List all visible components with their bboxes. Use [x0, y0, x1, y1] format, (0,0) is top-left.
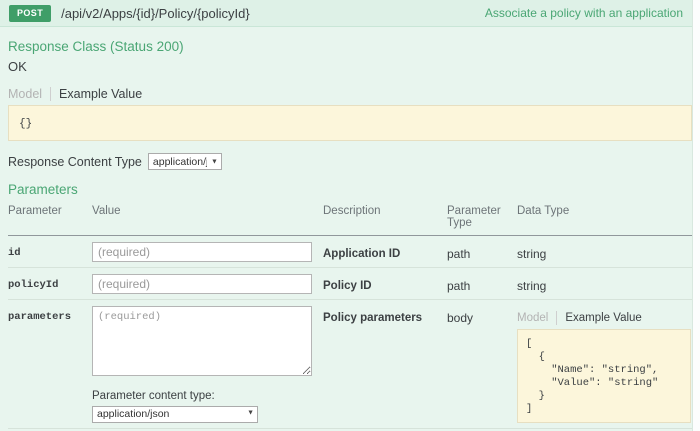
tab-model[interactable]: Model	[8, 87, 42, 101]
response-content-type-label: Response Content Type	[8, 155, 142, 169]
tab-divider	[556, 311, 557, 325]
col-header-parameter: Parameter	[8, 205, 92, 217]
table-row-parameters: parameters Parameter content type: appli…	[8, 300, 693, 429]
param-description: Policy ID	[323, 274, 447, 294]
param-data-type: string	[517, 274, 692, 293]
tab-model[interactable]: Model	[517, 312, 548, 324]
parameters-heading: Parameters	[8, 182, 684, 197]
operation-header: POST /api/v2/Apps/{id}/Policy/{policyId}…	[0, 0, 692, 27]
param-type: path	[447, 242, 517, 261]
body-example-tabs: Model Example Value	[517, 311, 692, 325]
col-header-data-type: Data Type	[517, 205, 692, 217]
table-row-id: id Application ID path string	[8, 236, 693, 268]
response-content-type-select[interactable]: application/json	[148, 153, 222, 170]
tab-example-value[interactable]: Example Value	[59, 87, 142, 101]
parameters-body-textarea[interactable]	[92, 306, 312, 376]
response-description: OK	[8, 59, 684, 74]
tab-example-value[interactable]: Example Value	[565, 312, 642, 324]
param-description: Application ID	[323, 242, 447, 262]
col-header-parameter-type: Parameter Type	[447, 205, 517, 229]
policyid-value-input[interactable]	[92, 274, 312, 294]
param-data-type: string	[517, 242, 692, 261]
param-description: Policy parameters	[323, 306, 447, 326]
body-example-code: [ { "Name": "string", "Value": "string" …	[517, 329, 691, 423]
parameters-table: Parameter Value Description Parameter Ty…	[8, 201, 693, 431]
endpoint-path[interactable]: /api/v2/Apps/{id}/Policy/{policyId}	[61, 6, 250, 21]
col-header-value: Value	[92, 205, 323, 217]
response-example-code: {}	[8, 105, 692, 141]
id-value-input[interactable]	[92, 242, 312, 262]
table-row-policyid: policyId Policy ID path string	[8, 268, 693, 300]
api-operation-panel: POST /api/v2/Apps/{id}/Policy/{policyId}…	[0, 0, 693, 431]
tab-divider	[50, 87, 51, 101]
parameter-content-type-label: Parameter content type:	[92, 390, 323, 402]
http-method-badge[interactable]: POST	[9, 5, 51, 22]
table-header-row: Parameter Value Description Parameter Ty…	[8, 201, 693, 236]
param-name: policyId	[8, 274, 92, 291]
param-name: id	[8, 242, 92, 259]
parameter-content-type-select[interactable]: application/json	[92, 406, 258, 423]
response-class-heading: Response Class (Status 200)	[8, 39, 684, 54]
param-name: parameters	[8, 306, 92, 323]
param-type: body	[447, 306, 517, 325]
response-example-tabs: Model Example Value	[8, 87, 684, 101]
param-type: path	[447, 274, 517, 293]
operation-summary-link[interactable]: Associate a policy with an application	[485, 6, 683, 20]
col-header-description: Description	[323, 205, 447, 217]
